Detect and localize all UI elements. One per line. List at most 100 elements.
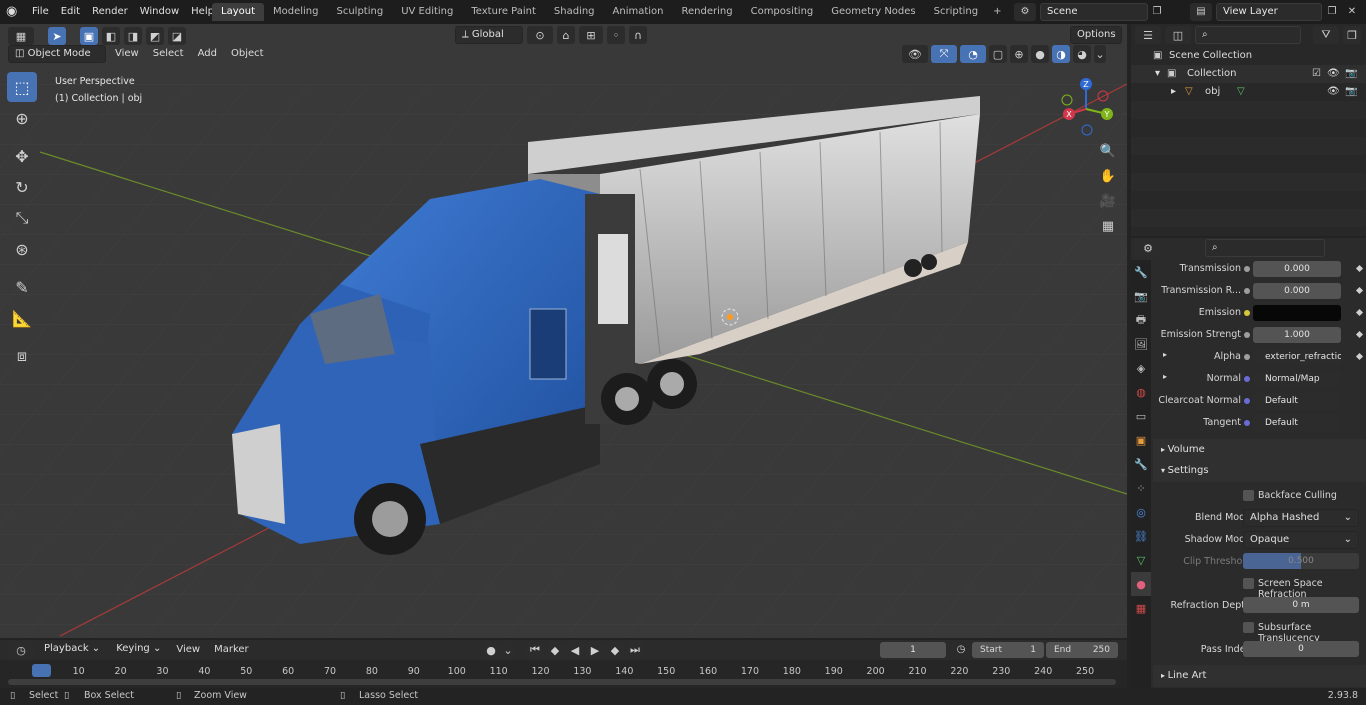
clip-threshold-slider[interactable]: 0.500 <box>1243 553 1359 569</box>
tab-uv-editing[interactable]: UV Editing <box>392 3 462 21</box>
menu-file[interactable]: File <box>26 0 55 24</box>
scale-tool-icon[interactable]: ⤡ <box>7 203 37 233</box>
measure-tool-icon[interactable]: 📐 <box>7 303 37 333</box>
add-cube-tool-icon[interactable]: ⧈ <box>7 341 37 371</box>
particles-tab-icon[interactable]: ⁘ <box>1131 476 1151 500</box>
overlay-toggle-icon[interactable]: ◔ <box>960 45 986 63</box>
3d-viewport[interactable]: ▦ ➤ ▣ ◧ ◨ ◩ ◪ ⟂ Global ⊙ ⌂ ⊞ ◦ ∩ Options… <box>0 24 1127 638</box>
output-tab-icon[interactable]: 🖶 <box>1131 308 1151 332</box>
snap-target-icon[interactable]: ⊞ <box>579 26 603 44</box>
menu-view[interactable]: View <box>110 45 144 63</box>
exclude-checkbox-icon[interactable]: ☑ <box>1312 65 1321 83</box>
select-mode-intersect-icon[interactable]: ◪ <box>168 27 186 45</box>
play-icon[interactable]: ▶ <box>586 641 604 659</box>
screen-space-refraction-checkbox[interactable] <box>1243 578 1254 589</box>
viewport-scene[interactable] <box>0 24 1127 638</box>
tab-shading[interactable]: Shading <box>545 3 604 21</box>
clearcoat-normal-field[interactable]: Default <box>1253 393 1341 409</box>
outliner-row-collection[interactable]: ▾ ▣ Collection ☑ 👁 📷 <box>1131 65 1366 83</box>
prev-keyframe-icon[interactable]: ◆ <box>546 641 564 659</box>
expand-arrow-icon[interactable]: ▾ <box>1155 65 1160 83</box>
tangent-field[interactable]: Default <box>1253 415 1341 431</box>
normal-link-field[interactable]: Normal/Map <box>1253 371 1341 387</box>
outliner-row-obj[interactable]: ▸ ▽ obj ▽ 👁 📷 <box>1131 83 1366 101</box>
new-collection-icon[interactable]: ❐ <box>1343 26 1361 44</box>
tab-geometry-nodes[interactable]: Geometry Nodes <box>822 3 924 21</box>
menu-select[interactable]: Select <box>148 45 189 63</box>
camera-view-icon[interactable]: 🎥 <box>1097 190 1119 212</box>
cursor-tool-icon[interactable]: ⊕ <box>7 103 37 133</box>
keyframe-icon[interactable] <box>1355 352 1364 361</box>
line-art-section-header[interactable]: ▸ Line Art <box>1153 665 1366 687</box>
record-icon[interactable]: ● <box>482 641 500 659</box>
settings-section-header[interactable]: ▾ Settings <box>1153 460 1366 482</box>
select-tool-icon[interactable]: ➤ <box>48 27 66 45</box>
editor-type-icon[interactable]: ▦ <box>8 27 34 45</box>
select-mode-invert-icon[interactable]: ◩ <box>146 27 164 45</box>
transform-orientation-dropdown[interactable]: ⟂ Global <box>455 26 523 44</box>
annotate-tool-icon[interactable]: ✎ <box>7 272 37 302</box>
menu-window[interactable]: Window <box>134 0 185 24</box>
pass-index-field[interactable]: 0 <box>1243 641 1359 657</box>
timeline-scrollbar[interactable] <box>8 679 1116 685</box>
alpha-link-field[interactable]: exterior_refraction_i... <box>1253 349 1341 365</box>
proportional-edit-icon[interactable]: ◦ <box>607 26 625 44</box>
visibility-icon[interactable]: 👁 <box>902 45 928 63</box>
shading-options-icon[interactable]: ⌄ <box>1094 45 1106 63</box>
modifier-tab-icon[interactable]: 🔧 <box>1131 452 1151 476</box>
pan-hand-icon[interactable]: ✋ <box>1097 165 1119 187</box>
add-workspace-button[interactable]: + <box>987 3 1007 21</box>
collection-tab-icon[interactable]: ▭ <box>1131 404 1151 428</box>
select-mode-subtract-icon[interactable]: ◨ <box>124 27 142 45</box>
move-tool-icon[interactable]: ✥ <box>7 141 37 171</box>
keyframe-icon[interactable] <box>1355 330 1364 339</box>
end-frame-field[interactable]: End 250 <box>1046 642 1118 658</box>
view-layer-tab-icon[interactable]: 🖼 <box>1131 332 1151 356</box>
volume-section-header[interactable]: ▸ Volume <box>1153 439 1366 461</box>
tab-texture-paint[interactable]: Texture Paint <box>462 3 545 21</box>
outliner-search-input[interactable]: ⌕ <box>1195 26 1301 44</box>
playback-dropdown[interactable]: Playback ⌄ <box>38 641 106 659</box>
rotate-tool-icon[interactable]: ↻ <box>7 172 37 202</box>
menu-marker[interactable]: Marker <box>209 641 254 659</box>
blender-logo-icon[interactable]: ◉ <box>6 4 22 20</box>
outliner-row-scene-collection[interactable]: ▣ Scene Collection <box>1131 47 1366 65</box>
options-dropdown[interactable]: Options <box>1070 26 1122 44</box>
tab-modeling[interactable]: Modeling <box>264 3 328 21</box>
current-frame-field[interactable]: 1 <box>880 642 946 658</box>
tool-tab-icon[interactable]: 🔧 <box>1131 260 1151 284</box>
remove-view-layer-icon[interactable]: ✕ <box>1344 3 1360 21</box>
transmission-field[interactable]: 0.000 <box>1253 261 1341 277</box>
scene-field[interactable]: Scene <box>1040 3 1148 21</box>
keyframe-icon[interactable] <box>1355 308 1364 317</box>
emission-color-field[interactable] <box>1253 305 1341 321</box>
next-keyframe-icon[interactable]: ◆ <box>606 641 624 659</box>
render-tab-icon[interactable]: 📷 <box>1131 284 1151 308</box>
menu-render[interactable]: Render <box>86 0 134 24</box>
expand-arrow-icon[interactable]: ▸ <box>1171 83 1176 101</box>
wireframe-shading-icon[interactable]: ⊕ <box>1010 45 1028 63</box>
transmission-roughness-field[interactable]: 0.000 <box>1253 283 1341 299</box>
mesh-data-tab-icon[interactable]: ▽ <box>1131 548 1151 572</box>
jump-start-icon[interactable]: ⏮ <box>526 641 544 659</box>
perspective-toggle-icon[interactable]: ▦ <box>1097 215 1119 237</box>
solid-shading-icon[interactable]: ● <box>1031 45 1049 63</box>
properties-search-input[interactable]: ⌕ <box>1205 239 1325 257</box>
keying-set-icon[interactable]: ⌄ <box>502 641 514 659</box>
texture-tab-icon[interactable]: ▦ <box>1131 596 1151 620</box>
tab-animation[interactable]: Animation <box>604 3 673 21</box>
tab-scripting[interactable]: Scripting <box>925 3 987 21</box>
new-scene-icon[interactable]: ❐ <box>1149 3 1165 21</box>
visibility-eye-icon[interactable]: 👁 <box>1327 83 1340 101</box>
select-mode-extend-icon[interactable]: ◧ <box>102 27 120 45</box>
keyframe-icon[interactable] <box>1355 264 1364 273</box>
snap-icon[interactable]: ⌂ <box>557 26 575 44</box>
xray-icon[interactable]: ▢ <box>989 45 1007 63</box>
subsurface-translucency-checkbox[interactable] <box>1243 622 1254 633</box>
display-mode-icon[interactable]: ◫ <box>1165 26 1191 44</box>
refraction-depth-field[interactable]: 0 m <box>1243 597 1359 613</box>
emission-strength-field[interactable]: 1.000 <box>1253 327 1341 343</box>
start-frame-field[interactable]: Start 1 <box>972 642 1044 658</box>
material-tab-icon[interactable]: ● <box>1131 572 1151 596</box>
timeline-editor-icon[interactable]: ◷ <box>8 641 34 659</box>
